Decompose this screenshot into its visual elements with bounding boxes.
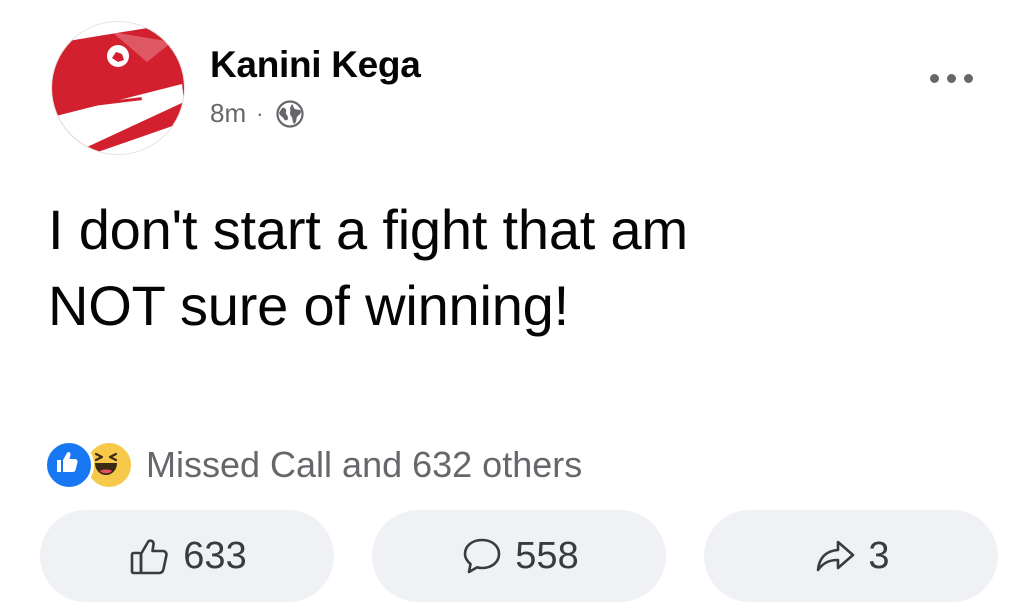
- share-count: 3: [868, 534, 890, 577]
- post-meta: 8m ·: [210, 98, 305, 129]
- like-button[interactable]: 633: [40, 510, 334, 602]
- post-text-line-1: I don't start a fight that am: [48, 198, 688, 261]
- author-avatar[interactable]: Jubilee: [52, 22, 184, 154]
- like-reaction-icon: [44, 440, 94, 490]
- more-dot: [964, 74, 973, 83]
- author-name[interactable]: Kanini Kega: [210, 44, 421, 86]
- post-actions: 633 558 3: [40, 510, 998, 602]
- like-count: 633: [183, 534, 247, 577]
- globe-icon[interactable]: [275, 99, 305, 129]
- comment-button[interactable]: 558: [372, 510, 666, 602]
- post-body: I don't start a fight that am NOT sure o…: [48, 192, 948, 344]
- reactions-summary[interactable]: Missed Call and 632 others: [44, 440, 582, 490]
- share-button[interactable]: 3: [704, 510, 998, 602]
- reactions-summary-text[interactable]: Missed Call and 632 others: [146, 444, 582, 486]
- more-dot: [930, 74, 939, 83]
- comment-count: 558: [515, 534, 579, 577]
- post-timestamp[interactable]: 8m: [210, 98, 246, 129]
- thumbs-up-icon: [130, 539, 169, 575]
- facebook-post: Jubilee Kanini Kega 8m · I don't start a…: [0, 0, 1024, 615]
- share-arrow-icon: [817, 540, 855, 572]
- more-dot: [947, 74, 956, 83]
- more-options-button[interactable]: [924, 68, 979, 89]
- comment-bubble-icon: [463, 538, 501, 574]
- post-text-line-2: NOT sure of winning!: [48, 274, 569, 337]
- meta-separator: ·: [256, 100, 264, 126]
